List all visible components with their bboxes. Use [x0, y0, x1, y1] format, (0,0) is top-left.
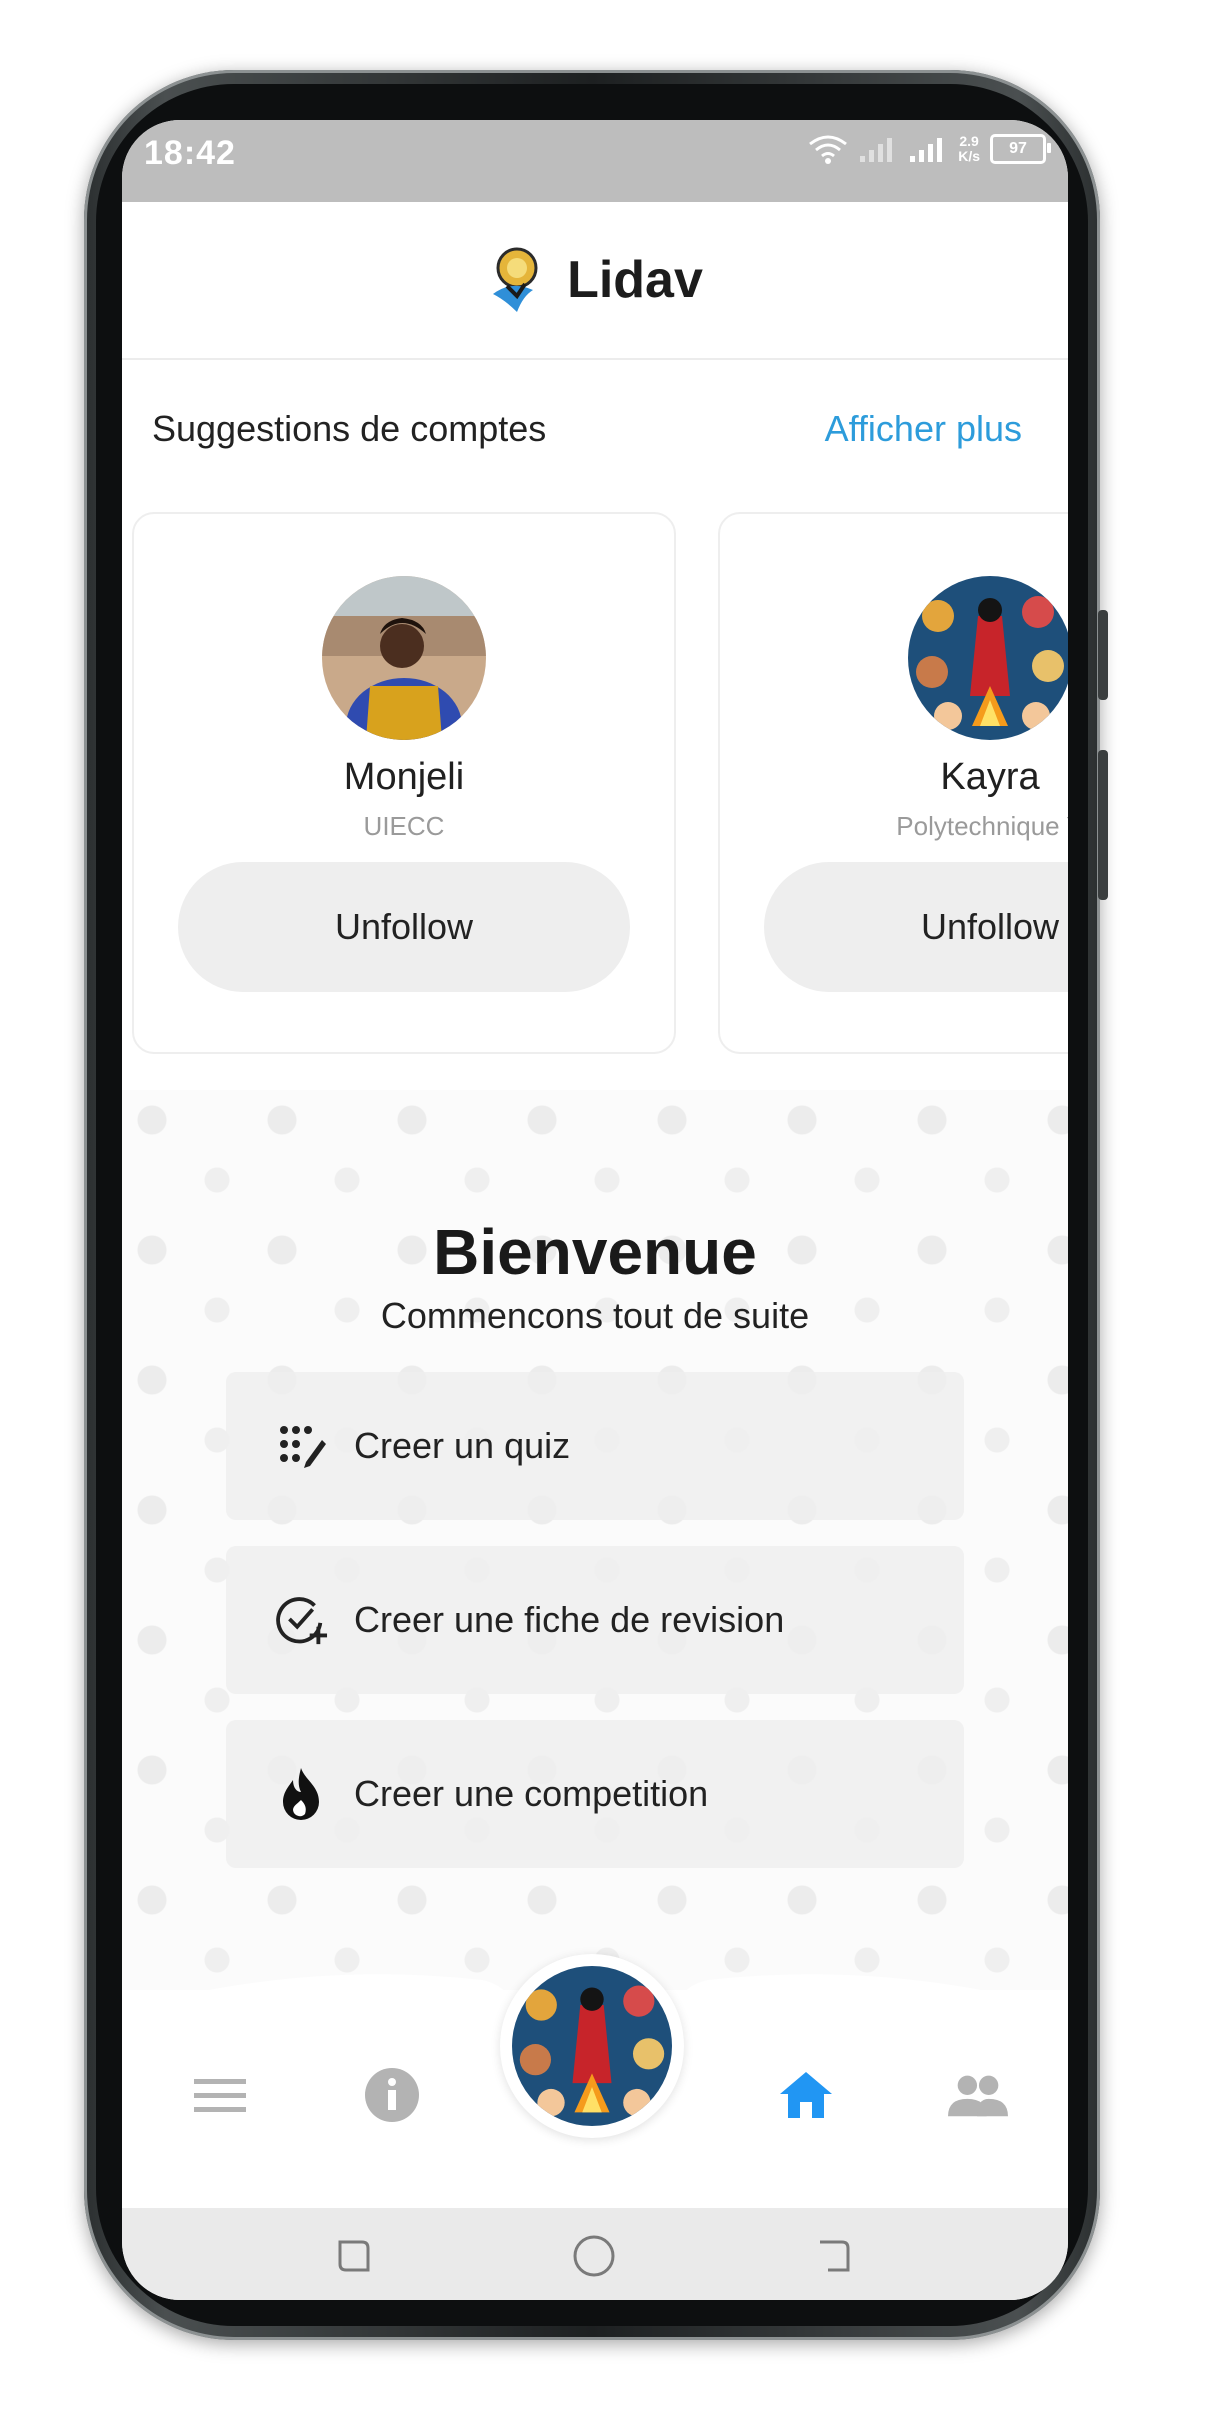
phone-screen: 18:42 2.9 K/s 97 Lidav Suggestions de co…	[122, 120, 1068, 2300]
back-icon[interactable]	[812, 2234, 856, 2278]
status-icons: 2.9 K/s 97	[808, 134, 1051, 164]
create-quiz-label: Creer un quiz	[354, 1425, 571, 1466]
create-revision-sheet-button[interactable]: Creer une fiche de revision	[226, 1546, 964, 1694]
profile-avatar	[512, 1966, 672, 2126]
people-icon[interactable]	[948, 2065, 1008, 2125]
app-title: Lidav	[567, 251, 703, 309]
illustration-avatar[interactable]	[908, 576, 1068, 740]
unfollow-button[interactable]: Unfollow	[178, 862, 630, 992]
phone-power-button	[1098, 750, 1108, 900]
battery-level: 97	[1009, 140, 1027, 157]
battery-indicator: 97	[990, 134, 1051, 164]
suggestions-header: Suggestions de comptes Afficher plus	[122, 358, 1068, 488]
recent-apps-icon[interactable]	[332, 2234, 376, 2278]
lidav-logo-icon	[493, 247, 538, 312]
create-quiz-button[interactable]: Creer un quiz	[226, 1372, 964, 1520]
profile-avatar-button[interactable]	[500, 1954, 684, 2138]
card-name: Monjeli	[343, 756, 465, 798]
suggestion-card[interactable]: Kayra Polytechnique Y Unfollow	[718, 512, 1068, 1054]
flame-icon	[276, 1768, 328, 1820]
card-subtitle: UIECC	[363, 811, 445, 841]
status-bar: 18:42 2.9 K/s 97	[122, 120, 1068, 202]
net-speed: 2.9 K/s	[958, 134, 980, 164]
create-competition-button[interactable]: Creer une competition	[226, 1720, 964, 1868]
quiz-dots-icon	[276, 1420, 328, 1472]
welcome-subtitle: Commencons tout de suite	[380, 1295, 810, 1336]
unfollow-button[interactable]: Unfollow	[764, 862, 1068, 992]
signal-icon-1	[860, 138, 893, 162]
net-speed-value: 2.9	[959, 133, 979, 149]
welcome-title: Bienvenue	[433, 1216, 757, 1288]
home-system-icon[interactable]	[572, 2234, 616, 2278]
info-icon[interactable]	[362, 2065, 422, 2125]
app-bar: Lidav	[122, 202, 1068, 360]
net-speed-unit: K/s	[958, 148, 980, 164]
woman-photo-avatar[interactable]	[322, 576, 486, 740]
menu-icon[interactable]	[190, 2065, 250, 2125]
signal-icon-2	[910, 138, 943, 162]
check-plus-icon	[276, 1594, 328, 1646]
card-name: Kayra	[940, 756, 1040, 798]
system-navigation-bar	[122, 2208, 1068, 2300]
home-icon[interactable]	[776, 2065, 836, 2125]
phone-volume-button	[1098, 610, 1108, 700]
create-competition-label: Creer une competition	[354, 1773, 709, 1814]
suggestions-title: Suggestions de comptes	[152, 408, 547, 449]
card-subtitle: Polytechnique Y	[896, 811, 1068, 841]
show-more-link[interactable]: Afficher plus	[825, 408, 1022, 450]
status-time: 18:42	[144, 134, 236, 172]
suggestion-card[interactable]: Monjeli UIECC Unfollow	[132, 512, 676, 1054]
create-revision-sheet-label: Creer une fiche de revision	[354, 1599, 785, 1640]
wifi-icon	[809, 135, 848, 164]
